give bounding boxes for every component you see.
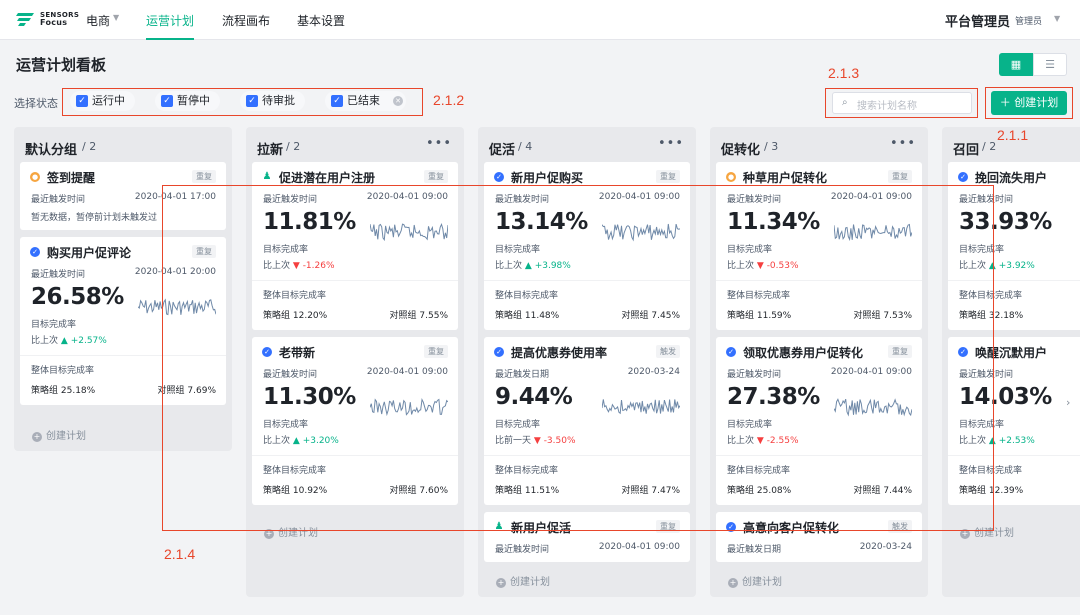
plus-icon: + (496, 578, 506, 588)
annotation-box-search (825, 88, 978, 118)
clock-icon: ● (726, 172, 736, 182)
project-switcher[interactable]: 电商 (86, 12, 110, 29)
platform-name[interactable]: 平台管理员 (945, 11, 1010, 30)
more-icon[interactable]: ••• (890, 136, 916, 151)
check-icon: ✓ (958, 172, 968, 182)
column-create-plan[interactable]: + 创建计划 (496, 573, 550, 588)
column-create-plan[interactable]: + 创建计划 (728, 573, 782, 588)
annotation-label: 2.1.4 (164, 546, 196, 562)
target-rate-value: 26.58% (31, 284, 124, 310)
nav-operation-plan[interactable]: 运营计划 (146, 12, 195, 40)
type-tag: 重复 (424, 170, 448, 183)
column-title: 召回 (953, 143, 980, 158)
empty-note: 暂无数据，暂停前计划未触发过 (31, 213, 158, 223)
status-filter-label: 选择状态 (14, 97, 58, 110)
column-count: / 4 (518, 140, 533, 153)
annotation-label: 2.1.2 (433, 92, 465, 108)
sensors-logo-icon (16, 13, 34, 26)
nav-basic-settings[interactable]: 基本设置 (297, 12, 345, 29)
more-icon[interactable]: ••• (426, 136, 452, 151)
column-title: 促活 (489, 143, 516, 158)
grid-icon: ▦ (1010, 58, 1022, 71)
column-create-plan[interactable]: + 创建计划 (32, 427, 86, 442)
annotation-box-create (985, 87, 1073, 119)
column-title: 拉新 (257, 143, 284, 158)
more-icon[interactable]: ••• (658, 136, 684, 151)
nav-flow-canvas[interactable]: 流程画布 (222, 12, 270, 29)
column-count: / 3 (764, 140, 779, 153)
type-tag: 重复 (192, 170, 216, 183)
chevron-down-icon[interactable]: ▼ (1054, 14, 1060, 23)
plus-icon: + (728, 578, 738, 588)
type-tag: 重复 (888, 170, 912, 183)
scroll-right-icon[interactable]: › (1066, 396, 1070, 409)
column-count: / 2 (982, 140, 997, 153)
type-tag: 重复 (656, 170, 680, 183)
annotation-label: 2.1.1 (997, 127, 1029, 143)
top-bar: SENSORS Focus 电商 ▼ 运营计划 流程画布 基本设置 平台管理员 管… (0, 0, 1080, 40)
column-count: / 2 (82, 140, 97, 153)
column-title: 默认分组 (25, 143, 78, 158)
chevron-down-icon[interactable]: ▼ (113, 13, 119, 22)
check-icon: ✓ (30, 247, 40, 257)
clock-icon: ● (30, 172, 40, 182)
brand-name: SENSORS Focus (40, 11, 80, 27)
annotation-box-board (162, 185, 994, 531)
column-title: 促转化 (721, 143, 761, 158)
list-icon: ☰ (1045, 58, 1055, 71)
column-count: / 2 (286, 140, 301, 153)
plus-icon: + (32, 432, 42, 442)
user-role[interactable]: 管理员 (1015, 14, 1042, 27)
check-icon: ✓ (494, 172, 504, 182)
person-icon: ♟ (262, 171, 272, 182)
delta-text: 比上次 ▲ +2.57% (31, 336, 107, 346)
list-view-button[interactable]: ☰ (1033, 53, 1067, 76)
page-title: 运营计划看板 (16, 56, 107, 74)
annotation-box-filter (62, 88, 423, 116)
annotation-label: 2.1.3 (828, 65, 860, 81)
grid-view-button[interactable]: ▦ (999, 53, 1033, 76)
